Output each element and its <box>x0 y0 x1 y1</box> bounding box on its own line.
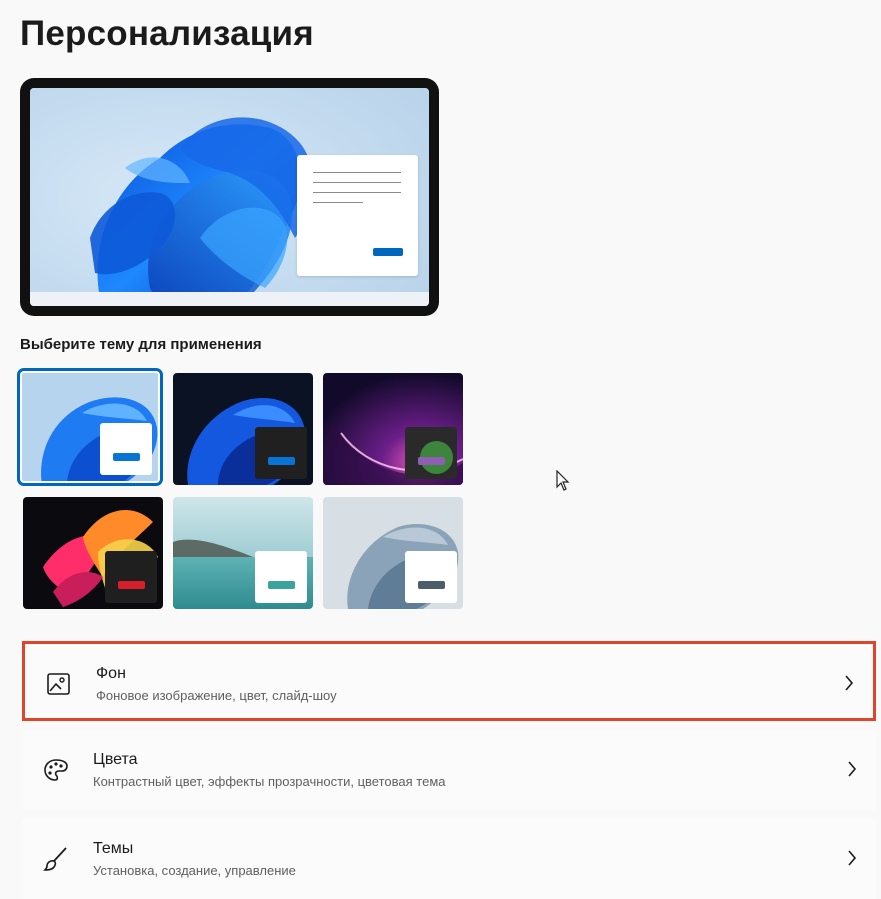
preview-screen <box>30 88 429 306</box>
setting-title: Темы <box>93 840 134 857</box>
theme-preview <box>20 78 439 316</box>
preview-window <box>297 155 418 276</box>
theme-tile-windows-dark[interactable] <box>173 373 313 485</box>
theme-accent-swatch <box>268 457 295 465</box>
palette-icon <box>44 759 68 781</box>
setting-row-background[interactable]: Фон Фоновое изображение, цвет, слайд-шоу <box>22 641 876 721</box>
theme-tile-flow[interactable] <box>323 497 463 609</box>
theme-tile-glow[interactable] <box>323 373 463 485</box>
setting-subtitle: Контрастный цвет, эффекты прозрачности, … <box>93 774 446 789</box>
theme-grid <box>17 368 466 613</box>
setting-subtitle: Установка, создание, управление <box>93 863 296 878</box>
theme-mini-window <box>100 423 152 475</box>
theme-tile-captured-motion[interactable] <box>23 497 163 609</box>
setting-subtitle: Фоновое изображение, цвет, слайд-шоу <box>96 688 337 703</box>
chevron-right-icon <box>845 675 854 691</box>
image-icon <box>47 673 70 695</box>
themes-label: Выберите тему для применения <box>20 336 262 353</box>
theme-accent-swatch <box>268 581 295 589</box>
theme-accent-swatch <box>418 457 445 465</box>
theme-mini-window <box>255 427 307 479</box>
theme-mini-window <box>255 551 307 603</box>
theme-mini-window <box>405 551 457 603</box>
preview-taskbar <box>30 292 429 306</box>
theme-accent-swatch <box>113 453 140 461</box>
setting-title: Цвета <box>93 751 138 768</box>
chevron-right-icon <box>848 850 857 866</box>
setting-row-themes[interactable]: Темы Установка, создание, управление <box>22 819 876 899</box>
mouse-cursor-icon <box>556 470 570 491</box>
theme-mini-window <box>405 427 457 479</box>
setting-row-colors[interactable]: Цвета Контрастный цвет, эффекты прозрачн… <box>22 730 876 810</box>
theme-tile-windows-light[interactable] <box>17 368 163 486</box>
setting-title: Фон <box>96 665 126 682</box>
brush-icon <box>43 847 67 871</box>
theme-accent-swatch <box>418 581 445 589</box>
chevron-right-icon <box>848 761 857 777</box>
page-title: Персонализация <box>20 14 314 53</box>
theme-tile-sunrise[interactable] <box>173 497 313 609</box>
theme-mini-window <box>105 551 157 603</box>
theme-accent-swatch <box>118 581 145 589</box>
preview-accent-button <box>373 248 403 256</box>
